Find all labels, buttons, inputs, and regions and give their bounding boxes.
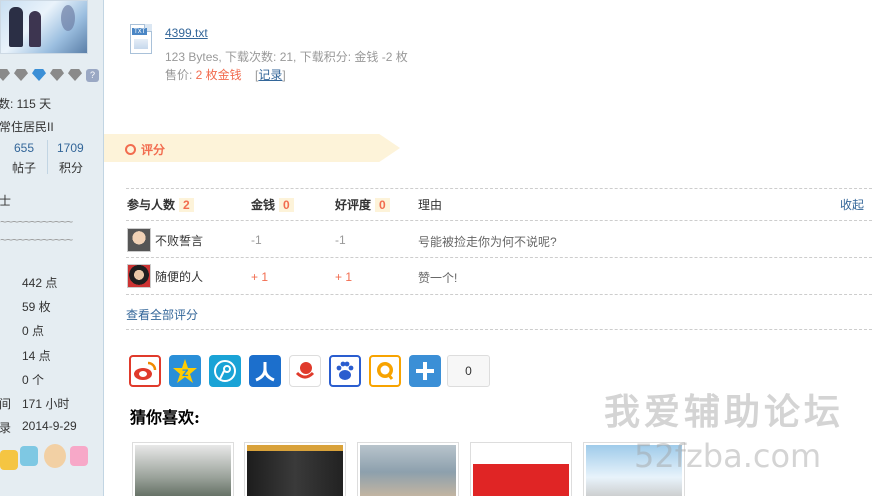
goodwill-value: + 1 bbox=[335, 270, 353, 284]
medal-icon[interactable] bbox=[50, 69, 64, 81]
participants-header: 参与人数 2 bbox=[127, 196, 194, 213]
recommend-thumb[interactable] bbox=[357, 442, 459, 496]
price-value: 2 枚金钱 bbox=[195, 68, 242, 82]
stat-value: 14 点 bbox=[22, 349, 51, 363]
goodwill-total: 0 bbox=[375, 198, 390, 212]
medal-icon[interactable] bbox=[68, 69, 82, 81]
posts-label: 帖子 bbox=[12, 161, 37, 175]
online-days: 数: 115 天 bbox=[0, 97, 52, 111]
stat-label: 间 bbox=[0, 397, 12, 411]
medal-icon[interactable] bbox=[0, 69, 10, 81]
share-count: 0 bbox=[447, 355, 490, 387]
watermark-text: 我爱辅助论坛 bbox=[604, 391, 845, 432]
score-count[interactable]: 1709 bbox=[57, 141, 84, 155]
stat-value: 442 点 bbox=[22, 276, 58, 290]
participants-count: 2 bbox=[179, 198, 194, 212]
user-sidebar: ? 数: 115 天 常住居民II 655 帖子 1709 积分 士 ~~~~~… bbox=[0, 0, 104, 496]
divider bbox=[126, 220, 872, 221]
divider bbox=[126, 294, 872, 295]
attachment-filename-link[interactable]: 4399.txt bbox=[165, 26, 208, 40]
more-share-icon[interactable] bbox=[409, 355, 441, 387]
renren-icon[interactable] bbox=[249, 355, 281, 387]
user-rank: 常住居民II bbox=[0, 120, 54, 134]
divider bbox=[126, 329, 872, 330]
recommend-thumb[interactable] bbox=[470, 442, 572, 496]
rating-reason: 赞一个! bbox=[418, 271, 458, 285]
stat-value: 0 点 bbox=[22, 324, 45, 338]
posts-count[interactable]: 655 bbox=[14, 141, 34, 155]
goodwill-value: -1 bbox=[335, 233, 346, 247]
reason-header: 理由 bbox=[418, 198, 443, 212]
money-total: 0 bbox=[279, 198, 294, 212]
signature-divider: ~~~~~~~~~~~~ bbox=[0, 233, 73, 247]
money-value: -1 bbox=[251, 233, 262, 247]
rater-avatar[interactable] bbox=[127, 228, 151, 252]
collapse-link[interactable]: 收起 bbox=[840, 196, 864, 213]
badge-icon[interactable] bbox=[0, 450, 18, 470]
rater-avatar[interactable] bbox=[127, 264, 151, 288]
user-title: 士 bbox=[0, 194, 12, 208]
recommend-thumb[interactable] bbox=[132, 442, 234, 496]
baidu-icon[interactable] bbox=[329, 355, 361, 387]
watermark-url: 52fzba.com bbox=[634, 437, 822, 475]
record-link[interactable]: 记录 bbox=[258, 68, 282, 82]
svg-text:Z: Z bbox=[182, 369, 189, 379]
money-header: 金钱 0 bbox=[251, 196, 294, 213]
divider bbox=[126, 188, 872, 189]
stat-value: 0 个 bbox=[22, 373, 45, 387]
signature-divider: ~~~~~~~~~~~~ bbox=[0, 215, 73, 229]
score-label: 积分 bbox=[59, 161, 84, 175]
tencent-weibo-icon[interactable] bbox=[209, 355, 241, 387]
goodwill-header: 好评度 0 bbox=[335, 196, 390, 213]
badge-icon[interactable] bbox=[44, 444, 66, 468]
qzone-icon[interactable]: Z bbox=[169, 355, 201, 387]
recommend-title: 猜你喜欢: bbox=[130, 408, 200, 427]
money-value: + 1 bbox=[251, 270, 269, 284]
weibo-icon[interactable] bbox=[129, 355, 161, 387]
badge-icon[interactable] bbox=[70, 446, 88, 466]
circle-icon bbox=[125, 144, 136, 155]
rating-reason: 号能被捡走你为何不说呢? bbox=[418, 235, 557, 249]
medal-icon[interactable] bbox=[32, 69, 46, 81]
divider bbox=[47, 140, 48, 174]
rater-name-link[interactable]: 随便的人 bbox=[155, 268, 203, 285]
medal-icon[interactable] bbox=[14, 69, 28, 81]
attachment-price: 售价: 2 枚金钱 [记录] bbox=[165, 68, 286, 82]
netease-icon[interactable] bbox=[289, 355, 321, 387]
medal-row: ? bbox=[0, 69, 99, 82]
stat-label: 录 bbox=[0, 421, 12, 435]
user-avatar[interactable] bbox=[0, 0, 88, 54]
online-time: 171 小时 bbox=[22, 397, 70, 411]
txt-file-icon[interactable]: TXT bbox=[130, 24, 152, 54]
recommend-thumb[interactable] bbox=[244, 442, 346, 496]
divider bbox=[126, 257, 872, 258]
help-icon[interactable]: ? bbox=[86, 69, 99, 82]
stat-value: 59 枚 bbox=[22, 300, 51, 314]
badge-row bbox=[0, 442, 103, 482]
view-all-ratings-link[interactable]: 查看全部评分 bbox=[126, 306, 198, 323]
qq-icon[interactable] bbox=[369, 355, 401, 387]
rater-name-link[interactable]: 不败誓言 bbox=[155, 232, 203, 249]
badge-icon[interactable] bbox=[20, 446, 38, 466]
register-date: 2014-9-29 bbox=[22, 419, 77, 433]
rating-title: 评分 bbox=[141, 143, 166, 157]
price-label: 售价: bbox=[165, 68, 196, 82]
attachment-meta: 123 Bytes, 下载次数: 21, 下载积分: 金钱 -2 枚 bbox=[165, 50, 408, 64]
